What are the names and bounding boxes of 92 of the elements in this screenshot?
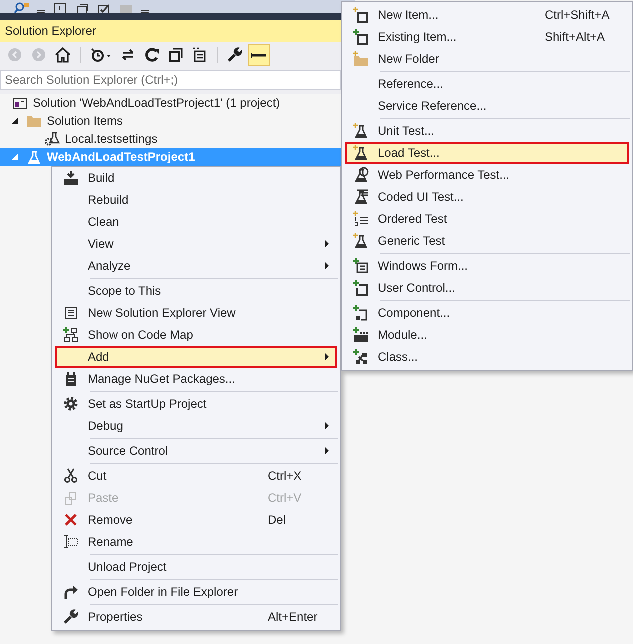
menu-item[interactable]: Ordered Test	[345, 208, 629, 230]
shortcut-label: Del	[268, 513, 288, 527]
menu-item[interactable]: Service Reference...	[345, 95, 629, 117]
preview-button[interactable]	[248, 44, 270, 66]
folder-icon	[26, 113, 42, 129]
add-item-icon	[353, 280, 369, 296]
tree-item[interactable]: Local.testsettings	[0, 130, 341, 148]
search-icon	[14, 1, 30, 13]
menu-item[interactable]: Component...	[345, 302, 629, 324]
wrench-icon	[227, 47, 243, 63]
menu-item[interactable]: Open Folder in File Explorer	[55, 581, 337, 603]
flask-globe-icon	[353, 167, 369, 183]
shortcut-label: Ctrl+X	[268, 469, 303, 483]
folder-icon	[353, 51, 369, 67]
menu-item[interactable]: Remove Del	[55, 509, 337, 531]
menu-item[interactable]: Analyze	[55, 255, 337, 277]
window-icon	[52, 1, 68, 13]
menu-item[interactable]: Unload Project	[55, 556, 337, 578]
flask-icon	[353, 233, 369, 249]
add-item-icon	[353, 29, 369, 45]
flask-icon	[26, 149, 42, 165]
flask-icon	[353, 123, 369, 139]
menu-item[interactable]: Rename	[55, 531, 337, 553]
new-item-icon	[353, 7, 369, 23]
menu-item[interactable]: Cut Ctrl+X	[55, 465, 337, 487]
menu-item[interactable]: Debug	[55, 415, 337, 437]
delete-icon	[63, 512, 79, 528]
form-icon	[353, 258, 369, 274]
menu-item[interactable]: Properties Alt+Enter	[55, 606, 337, 628]
submenu-arrow-icon	[323, 262, 329, 270]
menu-item[interactable]: Clean	[55, 211, 337, 233]
sync-icon	[120, 47, 136, 63]
flask-icon	[353, 145, 369, 161]
submenu-arrow-icon	[323, 447, 329, 455]
menu-item[interactable]: New Solution Explorer View	[55, 302, 337, 324]
collapse-icon	[168, 47, 184, 63]
scissors-icon	[63, 468, 79, 484]
refresh-icon	[144, 47, 160, 63]
numbered-list-icon	[353, 211, 369, 227]
shortcut-label: Alt+Enter	[268, 610, 318, 624]
menu-item[interactable]: Unit Test...	[345, 120, 629, 142]
files-icon	[192, 47, 208, 63]
menu-item[interactable]: Source Control	[55, 440, 337, 462]
curved-arrow-icon	[63, 584, 79, 600]
tree-item[interactable]: Solution Items	[0, 112, 341, 130]
back-icon	[7, 47, 23, 63]
submenu-arrow-icon	[323, 240, 329, 248]
menu-item[interactable]: User Control...	[345, 277, 629, 299]
build-icon	[63, 170, 79, 186]
panel-title: Solution Explorer	[5, 24, 96, 38]
component-icon	[353, 305, 369, 321]
menu-item[interactable]: Coded UI Test...	[345, 186, 629, 208]
submenu-arrow-icon	[323, 353, 329, 361]
shortcut-label: Shift+Alt+A	[545, 30, 606, 44]
solution-icon	[12, 95, 28, 111]
menu-item[interactable]: Reference...	[345, 73, 629, 95]
clipboard-icon	[63, 490, 79, 506]
shortcut-label: Ctrl+Shift+A	[545, 8, 611, 22]
menu-item[interactable]: Module...	[345, 324, 629, 346]
package-icon	[63, 371, 79, 387]
search-field[interactable]: Search Solution Explorer (Ctrl+;)	[0, 70, 341, 90]
menu-item[interactable]: New Item... Ctrl+Shift+A	[345, 4, 629, 26]
menu-item[interactable]: Set as StartUp Project	[55, 393, 337, 415]
menu-item[interactable]: Generic Test	[345, 230, 629, 252]
menu-item[interactable]: Show on Code Map	[55, 324, 337, 346]
menu-item[interactable]: Rebuild	[55, 189, 337, 211]
menu-item[interactable]: Scope to This	[55, 280, 337, 302]
menu-item[interactable]: Build	[55, 167, 337, 189]
menu-item[interactable]: Add	[55, 346, 337, 368]
flask-grid-icon	[353, 189, 369, 205]
menu-item[interactable]: Windows Form...	[345, 255, 629, 277]
module-icon	[353, 327, 369, 343]
forward-icon	[31, 47, 47, 63]
menu-item[interactable]: Manage NuGet Packages...	[55, 368, 337, 390]
submenu-arrow-icon	[323, 422, 329, 430]
diagram-icon	[63, 327, 79, 343]
history-icon	[90, 47, 112, 63]
home-icon	[55, 47, 71, 63]
menu-item[interactable]: Load Test...	[345, 142, 629, 164]
wrench-icon	[63, 609, 79, 625]
gear-icon	[63, 396, 79, 412]
menu-item[interactable]: Web Performance Test...	[345, 164, 629, 186]
tree-item[interactable]: Solution 'WebAndLoadTestProject1' (1 project)	[0, 94, 341, 112]
menu-item[interactable]: Class...	[345, 346, 629, 368]
stacked-windows-icon	[74, 1, 90, 13]
menu-item[interactable]: Existing Item... Shift+Alt+A	[345, 26, 629, 48]
window-list-icon	[63, 305, 79, 321]
menu-item[interactable]: View	[55, 233, 337, 255]
shortcut-label: Ctrl+V	[268, 491, 303, 505]
rename-icon	[63, 534, 79, 550]
settings-flask-icon	[44, 131, 60, 147]
class-icon	[353, 349, 369, 365]
